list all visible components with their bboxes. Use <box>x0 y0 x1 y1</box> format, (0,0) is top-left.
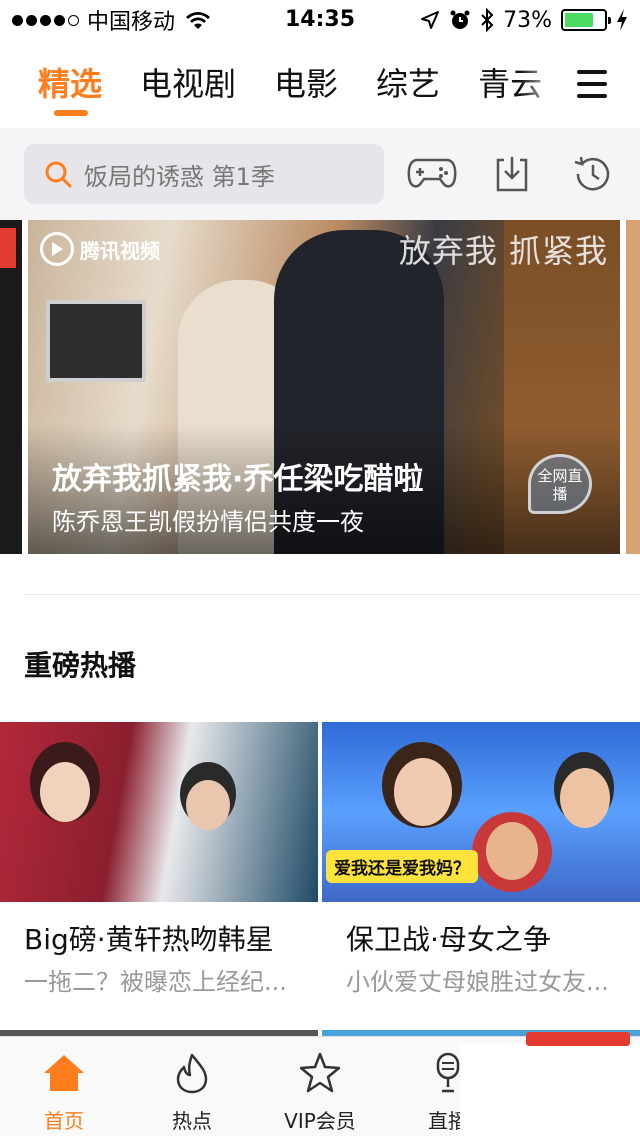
bluetooth-icon <box>481 8 494 32</box>
video-thumbnail <box>0 722 318 902</box>
nav-tab[interactable]: 电视剧 <box>121 40 255 128</box>
battery-icon <box>561 9 611 31</box>
banner-subtitle: 陈乔恩王凯假扮情侣共度一夜 <box>52 508 364 536</box>
carousel-prev-slide[interactable] <box>0 220 22 554</box>
card-title: 保卫战·母女之争 <box>346 923 551 956</box>
flame-icon <box>176 1053 208 1094</box>
overlay-cover <box>460 1044 640 1136</box>
download-icon[interactable] <box>486 152 538 196</box>
menu-icon[interactable] <box>577 70 607 98</box>
search-placeholder: 饭局的诱惑 第1季 <box>84 162 275 191</box>
carrier-name: 中国移动 <box>87 10 176 35</box>
nav-tab[interactable]: 综艺 <box>357 40 459 128</box>
play-logo-icon <box>40 232 74 266</box>
banner-brand-text: 放弃我 抓紧我 <box>398 232 608 270</box>
status-right: 73% <box>420 6 628 34</box>
battery-percent: 73% <box>503 7 552 33</box>
video-card[interactable]: Big磅·黄轩热吻韩星 一拖二？被曝恋上经纪... <box>0 722 318 996</box>
card-subtitle: 一拖二？被曝恋上经纪... <box>24 968 287 996</box>
history-icon[interactable] <box>566 152 618 196</box>
tencent-video-logo: 腾讯视频 <box>40 232 160 266</box>
section-title: 重磅热播 <box>24 649 137 682</box>
video-thumbnail: 爱我还是爱我妈？ <box>322 722 640 902</box>
featured-carousel: 腾讯视频 放弃我 抓紧我 放弃我抓紧我·乔任梁吃醋啦 陈乔恩王凯假扮情侣共度一夜… <box>0 220 640 554</box>
tabs-fade <box>520 40 560 128</box>
live-badge: 全网直播 <box>528 454 592 514</box>
nav-tab[interactable]: 精选 <box>0 40 121 128</box>
carousel-next-slide[interactable] <box>626 220 640 554</box>
tab-home[interactable]: 首页 <box>0 1037 128 1136</box>
charging-bolt-icon <box>617 9 627 31</box>
category-tabs: 精选 电视剧 电影 综艺 青云 <box>0 40 556 128</box>
search-icon <box>45 161 72 188</box>
gamepad-icon[interactable] <box>406 152 458 196</box>
vip-star-icon <box>299 1052 341 1093</box>
nav-tab[interactable]: 电影 <box>255 40 357 128</box>
tab-hot[interactable]: 热点 <box>128 1037 256 1136</box>
wifi-icon <box>186 12 211 29</box>
app-screen: 中国移动 14:35 73% 精选 电视剧 电影 综艺 青云 饭局的诱惑 第1季… <box>0 0 640 1136</box>
search-toolbar: 饭局的诱惑 第1季 <box>0 128 640 220</box>
location-arrow-icon <box>421 11 440 29</box>
card-title: Big磅·黄轩热吻韩星 <box>24 923 274 956</box>
status-bar: 中国移动 14:35 73% <box>0 0 640 40</box>
alarm-icon <box>450 10 470 29</box>
video-caption: 爱我还是爱我妈？ <box>326 850 478 883</box>
tab-vip[interactable]: VIP会员 <box>256 1037 384 1136</box>
section-divider <box>24 594 640 595</box>
home-icon <box>44 1055 84 1091</box>
status-left: 中国移动 <box>12 6 211 35</box>
card-subtitle: 小伙爱丈母娘胜过女友... <box>346 968 609 996</box>
search-input[interactable]: 饭局的诱惑 第1季 <box>24 144 384 204</box>
signal-strength-icon <box>12 14 79 26</box>
logo-text: 腾讯视频 <box>80 238 160 263</box>
floating-ad-badge[interactable] <box>526 1032 630 1046</box>
video-card[interactable]: 爱我还是爱我妈？ 保卫战·母女之争 小伙爱丈母娘胜过女友... <box>322 722 640 996</box>
featured-banner[interactable]: 腾讯视频 放弃我 抓紧我 放弃我抓紧我·乔任梁吃醋啦 陈乔恩王凯假扮情侣共度一夜… <box>28 220 620 554</box>
category-nav: 精选 电视剧 电影 综艺 青云 <box>0 40 640 128</box>
banner-title: 放弃我抓紧我·乔任梁吃醋啦 <box>52 462 424 497</box>
